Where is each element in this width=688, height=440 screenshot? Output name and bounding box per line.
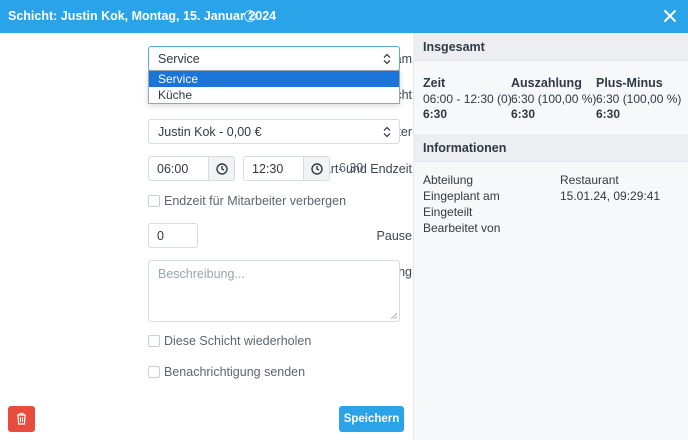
info-section-title: Informationen	[413, 134, 688, 162]
team-dropdown: Service Küche	[148, 70, 400, 104]
summary-zeit-total: 6:30	[423, 107, 448, 121]
modal-header: Schicht: Justin Kok, Montag, 15. Januar …	[0, 0, 688, 33]
info-value-eingeplant: 15.01.24, 09:29:41	[560, 189, 661, 203]
summary-zeit-header: Zeit	[423, 76, 446, 90]
summary-plus-minus-total: 6:30	[596, 107, 621, 121]
summary-plus-minus-header: Plus-Minus	[596, 76, 663, 90]
summary-plus-minus-line: 6:30 (100,00 %)	[596, 92, 682, 106]
beschreibung-placeholder: Beschreibung...	[158, 267, 245, 281]
mitarbeiter-select-value: Justin Kok - 0,00 €	[158, 125, 262, 139]
info-label-bearbeitet: Bearbeitet von	[423, 221, 501, 235]
start-time-clock-button[interactable]	[208, 156, 235, 181]
summary-zeit-line: 06:00 - 12:30 (0)	[423, 92, 512, 106]
notify-label[interactable]: Benachrichtigung senden	[164, 365, 305, 379]
delete-button[interactable]	[8, 406, 35, 432]
summary-auszahlung-header: Auszahlung	[511, 76, 582, 90]
clock-icon	[216, 163, 228, 175]
chevron-updown-icon	[383, 126, 391, 138]
help-circle-icon[interactable]: ?	[244, 10, 256, 22]
summary-col-auszahlung: Auszahlung 6:30 (100,00 %) 6:30	[511, 76, 596, 122]
hide-end-label[interactable]: Endzeit für Mitarbeiter verbergen	[164, 194, 346, 208]
resize-handle-icon[interactable]	[391, 313, 397, 319]
repeat-checkbox[interactable]	[148, 335, 160, 347]
summary-col-zeit: Zeit 06:00 - 12:30 (0) 6:30	[423, 76, 512, 122]
mitarbeiter-select[interactable]: Justin Kok - 0,00 €	[148, 119, 400, 144]
summary-col-plus-minus: Plus-Minus 6:30 (100,00 %) 6:30	[596, 76, 681, 122]
start-time-input[interactable]: 06:00	[148, 156, 209, 181]
pause-input[interactable]: 0	[148, 223, 198, 248]
end-time-clock-button[interactable]	[303, 156, 330, 181]
info-value-abteilung: Restaurant	[560, 173, 619, 187]
end-time-input[interactable]: 12:30	[243, 156, 304, 181]
shift-duration: 6:30	[339, 161, 364, 175]
hide-end-checkbox[interactable]	[148, 195, 160, 207]
team-option-service[interactable]: Service	[149, 71, 399, 87]
trash-icon	[17, 412, 26, 425]
team-option-kueche[interactable]: Küche	[149, 87, 399, 103]
close-icon[interactable]	[662, 8, 678, 24]
clock-icon	[311, 163, 323, 175]
summary-auszahlung-total: 6:30	[511, 107, 536, 121]
summary-section-title: Insgesamt	[413, 33, 688, 61]
info-label-eingeplant: Eingeplant am	[423, 189, 500, 203]
info-label-eingeteilt: Eingeteilt	[423, 205, 473, 219]
repeat-label[interactable]: Diese Schicht wiederholen	[164, 334, 311, 348]
modal-title: Schicht: Justin Kok, Montag, 15. Januar …	[8, 9, 277, 23]
notify-checkbox[interactable]	[148, 366, 160, 378]
info-label-abteilung: Abteilung	[423, 173, 474, 187]
summary-auszahlung-line: 6:30 (100,00 %)	[511, 92, 597, 106]
chevron-updown-icon	[383, 53, 391, 65]
team-select[interactable]: Service	[148, 46, 400, 71]
save-button[interactable]: Speichern	[339, 406, 404, 432]
pause-label: Pause	[376, 229, 412, 243]
team-select-value: Service	[158, 52, 200, 66]
beschreibung-textarea[interactable]: Beschreibung...	[148, 260, 400, 322]
